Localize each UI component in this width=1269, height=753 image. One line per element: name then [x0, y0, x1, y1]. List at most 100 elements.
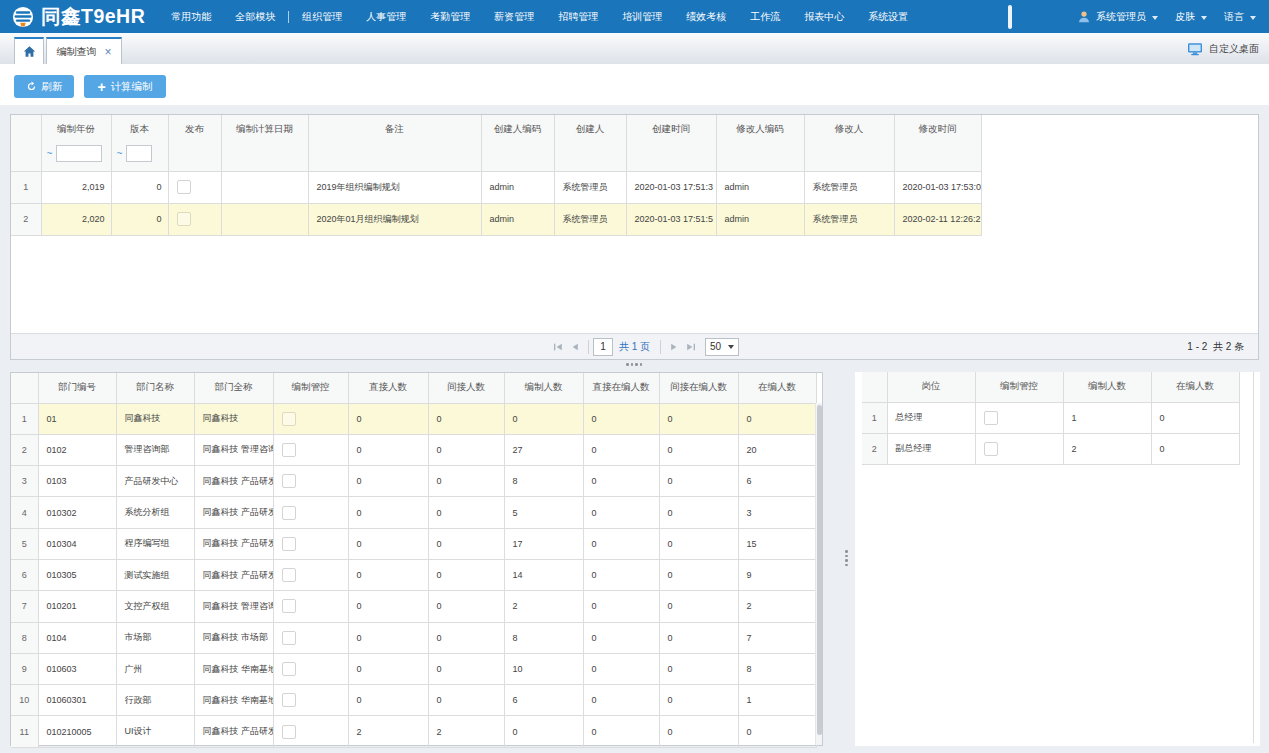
custom-desktop-label: 自定义桌面: [1209, 42, 1259, 56]
table-row[interactable]: 9010603广州同鑫科技 华南基地0010008: [11, 653, 816, 684]
cell: 5: [504, 497, 583, 528]
prev-page-button[interactable]: [569, 340, 582, 354]
cell: 7: [738, 622, 816, 653]
column-label: 部门编号: [39, 373, 116, 401]
row-checkbox[interactable]: [984, 411, 998, 425]
user-menu[interactable]: 系统管理员: [1077, 10, 1158, 24]
nav-item-1[interactable]: 常用功能: [159, 10, 223, 24]
cell: 010603: [38, 653, 116, 684]
row-checkbox[interactable]: [282, 537, 296, 551]
table-row[interactable]: 20102管理咨询部同鑫科技 管理咨询部00270020: [11, 434, 816, 465]
cell: 0: [111, 203, 168, 235]
row-checkbox[interactable]: [282, 412, 296, 426]
dept-header-row: 部门编号部门名称部门全称编制管控直接人数间接人数编制人数直接在编人数间接在编人数…: [11, 373, 816, 403]
table-row[interactable]: 30103产品研发中心同鑫科技 产品研发中心008006: [11, 466, 816, 497]
horizontal-splitter-handle[interactable]: [626, 363, 642, 366]
table-row[interactable]: 5010304程序编写组同鑫科技 产品研发中心00170015: [11, 528, 816, 559]
cell: 市场部: [116, 622, 194, 653]
row-checkbox[interactable]: [282, 693, 296, 707]
page-size-select[interactable]: 50: [705, 338, 739, 356]
cell: 同鑫科技 华南基地: [194, 685, 273, 716]
table-row[interactable]: 80104市场部同鑫科技 市场部008007: [11, 622, 816, 653]
custom-desktop-link[interactable]: 自定义桌面: [1187, 33, 1259, 64]
toolbar: 刷新 + 计算编制: [0, 64, 1269, 105]
nav-item-3[interactable]: 组织管理: [290, 10, 354, 24]
cell: 9: [738, 559, 816, 590]
row-checkbox[interactable]: [282, 506, 296, 520]
language-label: 语言: [1224, 10, 1244, 24]
row-checkbox[interactable]: [282, 599, 296, 613]
cell: 27: [504, 434, 583, 465]
cell: 0: [583, 559, 659, 590]
tab-close-icon[interactable]: ×: [104, 46, 111, 58]
row-number-cell: 7: [11, 591, 38, 622]
table-row[interactable]: 101同鑫科技同鑫科技000000: [11, 403, 816, 434]
table-row[interactable]: 6010305测试实施组同鑫科技 产品研发中心0014009: [11, 559, 816, 590]
refresh-button[interactable]: 刷新: [14, 75, 74, 98]
column-header: 在编人数: [1151, 372, 1239, 402]
cell: 同鑫科技 管理咨询部: [194, 434, 273, 465]
table-row[interactable]: 1总经理10: [862, 402, 1239, 433]
row-checkbox[interactable]: [282, 725, 296, 739]
nav-item-5[interactable]: 考勤管理: [418, 10, 482, 24]
table-row[interactable]: 12,01902019年组织编制规划admin系统管理员2020-01-03 1…: [11, 171, 981, 203]
vertical-scrollbar[interactable]: [815, 403, 822, 745]
table-row[interactable]: 7010201文控产权组同鑫科技 管理咨询部002002: [11, 591, 816, 622]
last-page-button[interactable]: [684, 340, 697, 354]
first-page-button[interactable]: [552, 340, 565, 354]
nav-item-2[interactable]: 全部模块: [223, 10, 287, 24]
cell: 010201: [38, 591, 116, 622]
cell: 0: [583, 466, 659, 497]
cell: 0: [1151, 402, 1239, 433]
nav-item-6[interactable]: 薪资管理: [482, 10, 546, 24]
nav-item-11[interactable]: 报表中心: [792, 10, 856, 24]
table-row[interactable]: 2副总经理20: [862, 433, 1239, 464]
nav-item-9[interactable]: 绩效考核: [674, 10, 738, 24]
row-checkbox[interactable]: [282, 443, 296, 457]
tab-label: 编制查询: [56, 45, 96, 59]
cell: admin: [481, 203, 554, 235]
nav-item-7[interactable]: 招聘管理: [546, 10, 610, 24]
table-row[interactable]: 1001060301行政部同鑫科技 华南基地006001: [11, 685, 816, 716]
desktop-icon: [1187, 42, 1203, 56]
table-row[interactable]: 11010210005UI设计同鑫科技 产品研发中心220000: [11, 716, 816, 747]
calc-button[interactable]: + 计算编制: [84, 75, 166, 98]
nav-item-12[interactable]: 系统设置: [856, 10, 920, 24]
cell: 0: [659, 716, 738, 747]
plan-header-row: 编制年份~版本~发布编制计算日期备注创建人编码创建人创建时间修改人编码修改人修改…: [11, 115, 981, 171]
skin-menu[interactable]: 皮肤: [1175, 10, 1207, 24]
row-checkbox[interactable]: [282, 662, 296, 676]
tab-home[interactable]: [14, 37, 44, 64]
row-checkbox[interactable]: [282, 474, 296, 488]
language-menu[interactable]: 语言: [1224, 10, 1256, 24]
filter-input[interactable]: [126, 145, 152, 162]
row-checkbox[interactable]: [177, 212, 191, 226]
row-checkbox[interactable]: [282, 631, 296, 645]
nav-item-4[interactable]: 人事管理: [354, 10, 418, 24]
cell: admin: [481, 171, 554, 203]
column-header: 编制管控: [273, 373, 348, 403]
column-header: 创建人编码: [481, 115, 554, 171]
filter-input[interactable]: [56, 145, 102, 162]
column-label: 编制人数: [505, 373, 583, 401]
cell: 1: [738, 685, 816, 716]
row-checkbox[interactable]: [282, 568, 296, 582]
tab-active[interactable]: 编制查询 ×: [46, 37, 122, 64]
column-label: 部门全称: [195, 373, 273, 401]
page-number-input[interactable]: [593, 338, 613, 356]
nav-item-10[interactable]: 工作流: [738, 10, 792, 24]
navbar-right: 系统管理员 皮肤 语言: [1008, 5, 1256, 29]
nav-item-8[interactable]: 培训管理: [610, 10, 674, 24]
table-row[interactable]: 22,02002020年01月组织编制规划admin系统管理员2020-01-0…: [11, 203, 981, 235]
cell: 0: [659, 434, 738, 465]
next-page-button[interactable]: [667, 340, 680, 354]
row-checkbox[interactable]: [177, 180, 191, 194]
column-label: 修改人: [805, 115, 894, 143]
scrollbar-thumb[interactable]: [817, 405, 822, 735]
row-number-cell: 5: [11, 528, 38, 559]
vertical-splitter-handle[interactable]: [845, 550, 848, 566]
cell: [273, 653, 348, 684]
cell: 0: [428, 403, 504, 434]
row-checkbox[interactable]: [984, 442, 998, 456]
table-row[interactable]: 4010302系统分析组同鑫科技 产品研发中心005003: [11, 497, 816, 528]
